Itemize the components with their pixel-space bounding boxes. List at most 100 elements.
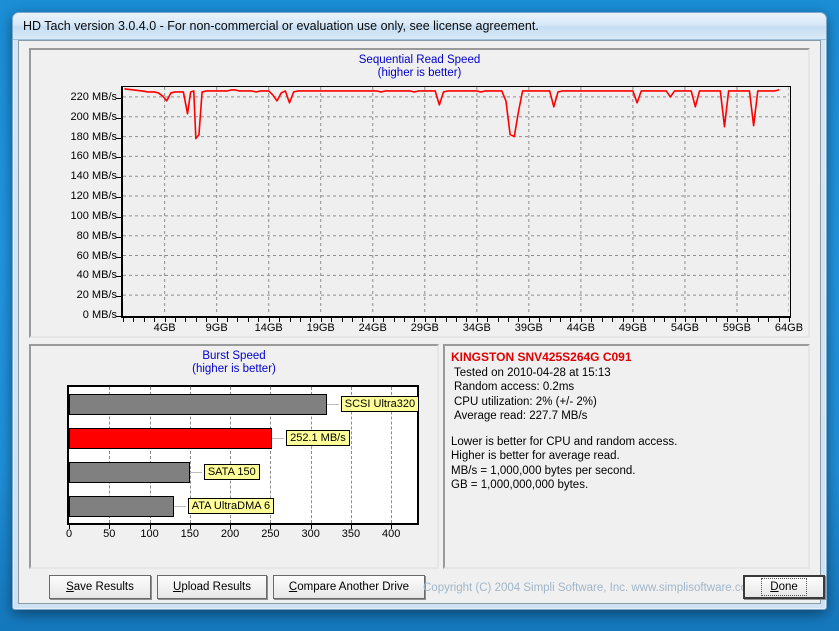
- sequential-x-minor-tick: [768, 318, 770, 322]
- sequential-x-minor-tick: [591, 318, 593, 322]
- done-button[interactable]: Done: [743, 575, 825, 599]
- sequential-x-minor-tick: [320, 318, 322, 322]
- sequential-y-tick: [116, 236, 121, 238]
- sequential-plot-box: [121, 86, 791, 318]
- sequential-y-tick: [116, 177, 121, 179]
- sequential-x-tick-label: 9GB: [205, 322, 228, 334]
- sequential-x-minor-tick: [143, 318, 145, 322]
- done-mnemonic: D: [770, 581, 779, 593]
- burst-bar: [69, 461, 190, 483]
- sequential-y-tick-label: 220 MB/s: [70, 90, 117, 103]
- sequential-x-minor-tick: [549, 318, 551, 322]
- sequential-y-tick-label: 160 MB/s: [70, 150, 117, 163]
- sequential-x-minor-tick: [185, 318, 187, 322]
- sequential-x-minor-tick: [487, 318, 489, 322]
- sequential-x-minor-tick: [632, 318, 634, 322]
- sequential-x-minor-tick: [258, 318, 260, 322]
- sequential-y-tick: [116, 197, 121, 199]
- sequential-x-minor-tick: [279, 318, 281, 322]
- sequential-x-minor-tick: [570, 318, 572, 322]
- burst-x-tick: [310, 525, 312, 529]
- tested-on-label: Tested on 2010-04-28 at 15:13: [454, 366, 611, 379]
- burst-title-line2: (higher is better): [192, 363, 276, 375]
- compare-mnemonic: C: [288, 581, 298, 593]
- sequential-title-line1: Sequential Read Speed: [358, 54, 481, 66]
- sequential-x-minor-tick: [175, 318, 177, 322]
- sequential-x-minor-tick: [747, 318, 749, 322]
- burst-title-line1: Burst Speed: [202, 350, 266, 362]
- burst-label-leader: [326, 403, 339, 405]
- average-read-label: Average read: 227.7 MB/s: [454, 410, 588, 422]
- sequential-y-tick: [116, 316, 121, 317]
- sequential-x-minor-tick: [216, 318, 218, 322]
- burst-x-tick: [350, 525, 352, 529]
- burst-bar-label: SATA 150: [203, 463, 260, 480]
- cpu-utilization-label: CPU utilization: 2% (+/- 2%): [454, 395, 597, 408]
- sequential-x-minor-tick: [435, 318, 437, 322]
- random-access-label: Random access: 0.2ms: [454, 381, 575, 393]
- burst-plot: SCSI Ultra320 252.1 MB/s SATA 150 ATA Ultra…: [66, 385, 420, 540]
- burst-bar-label: 252.1 MB/s: [286, 429, 350, 446]
- save-label-rest: ave Results: [73, 581, 134, 593]
- upload-label-rest: pload Results: [181, 581, 251, 593]
- burst-label-leader: [173, 505, 186, 507]
- sequential-x-minor-tick: [289, 318, 291, 322]
- burst-x-tick: [391, 525, 393, 529]
- sequential-x-minor-tick: [206, 318, 208, 322]
- upload-results-button[interactable]: Upload Results: [157, 575, 267, 599]
- burst-x-tick: [230, 525, 232, 529]
- sequential-x-minor-tick: [778, 318, 780, 322]
- save-results-button[interactable]: Save Results: [49, 575, 151, 599]
- sequential-x-tick-label: 4GB: [153, 322, 176, 334]
- sequential-x-minor-tick: [622, 318, 624, 322]
- sequential-x-tick-label: 19GB: [306, 322, 335, 334]
- hd-tach-window: HD Tach version 3.0.4.0 - For non-commer…: [12, 12, 827, 610]
- burst-x-tick-label: 300: [301, 528, 320, 540]
- sequential-y-tick: [116, 97, 121, 99]
- info-note-mbs: MB/s = 1,000,000 bytes per second.: [451, 464, 636, 477]
- sequential-x-minor-tick: [351, 318, 353, 322]
- sequential-x-tick-label: 24GB: [358, 322, 387, 334]
- sequential-read-line: [123, 87, 790, 315]
- burst-x-tick: [189, 525, 191, 529]
- compare-another-drive-button[interactable]: Compare Another Drive: [273, 575, 425, 599]
- burst-x-tick-label: 350: [341, 528, 361, 540]
- burst-x-tick: [149, 525, 151, 529]
- sequential-y-tick: [116, 276, 121, 278]
- burst-x-tick-label: 0: [65, 528, 73, 540]
- sequential-x-minor-tick: [528, 318, 530, 322]
- sequential-x-minor-tick: [424, 318, 426, 322]
- sequential-x-minor-tick: [684, 318, 686, 322]
- sequential-x-minor-tick: [383, 318, 385, 322]
- sequential-x-minor-tick: [508, 318, 510, 322]
- sequential-x-tick-label: 14GB: [254, 322, 283, 334]
- sequential-x-tick-label: 29GB: [410, 322, 439, 334]
- sequential-x-minor-tick: [580, 318, 582, 322]
- sequential-y-tick: [116, 256, 121, 258]
- sequential-x-minor-tick: [456, 318, 457, 322]
- button-bar: Save Results Upload Results Compare Anot…: [19, 573, 825, 605]
- sequential-x-minor-tick: [372, 318, 374, 322]
- sequential-y-tick-label: 100 MB/s: [70, 209, 117, 222]
- burst-label-leader: [189, 471, 202, 473]
- sequential-x-minor-tick: [414, 318, 416, 322]
- window-client-area: Sequential Read Speed (higher is better)…: [18, 40, 825, 605]
- sequential-x-tick-label: 44GB: [566, 322, 595, 334]
- sequential-y-tick-label: 140 MB/s: [70, 170, 117, 183]
- burst-x-tick-label: 250: [261, 528, 280, 540]
- sequential-y-tick-label: 120 MB/s: [70, 190, 117, 203]
- sequential-y-tick-label: 40 MB/s: [76, 269, 117, 282]
- sequential-x-minor-tick: [653, 318, 655, 322]
- sequential-x-minor-tick: [695, 318, 697, 322]
- sequential-x-minor-tick: [268, 318, 270, 322]
- burst-x-tick: [270, 525, 272, 529]
- burst-x-tick-label: 150: [180, 528, 199, 540]
- sequential-x-tick-label: 64GB: [774, 322, 804, 334]
- copyright-label: Copyright (C) 2004 Simpli Software, Inc.…: [423, 582, 757, 594]
- sequential-x-tick-label: 49GB: [618, 322, 647, 334]
- drive-model-label: KINGSTON SNV425S264G C091: [451, 350, 632, 364]
- burst-bar: [69, 495, 174, 517]
- sequential-x-tick-label: 34GB: [462, 322, 491, 334]
- sequential-x-minor-tick: [643, 318, 645, 322]
- sequential-x-minor-tick: [518, 318, 520, 322]
